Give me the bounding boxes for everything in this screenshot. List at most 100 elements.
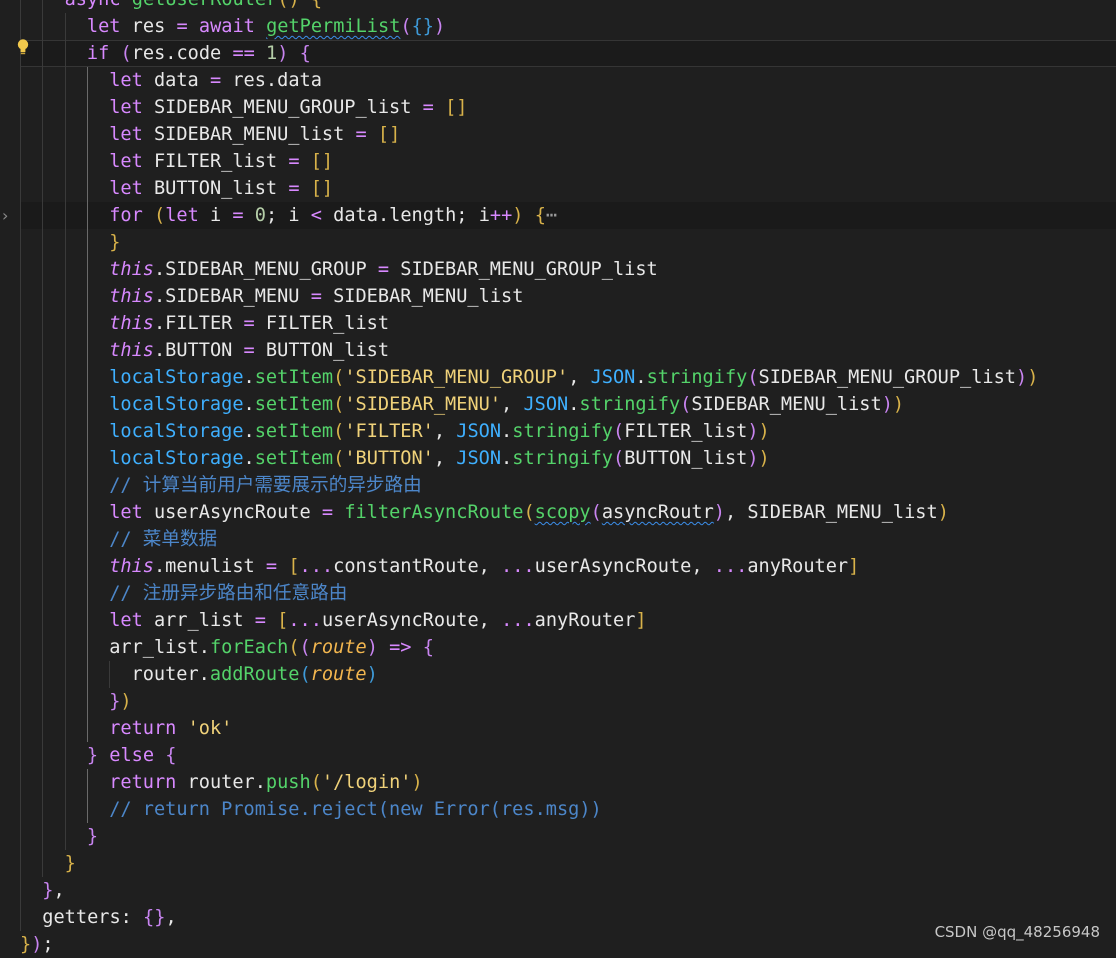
code-text: if (res.code == 1) { — [86, 43, 311, 64]
indent-guide — [20, 526, 21, 553]
code-text: let userAsyncRoute = filterAsyncRoute(sc… — [109, 502, 949, 523]
code-line[interactable]: let SIDEBAR_MENU_list = [] — [20, 121, 1116, 148]
code-line[interactable]: // 菜单数据 — [20, 526, 1116, 553]
lightbulb-icon[interactable] — [16, 38, 30, 56]
indent-guide — [42, 823, 44, 850]
indent-guide — [86, 607, 88, 634]
indent-guide — [86, 553, 88, 580]
code-line[interactable]: let res = await getPermiList({}) — [20, 13, 1116, 40]
code-line[interactable]: } — [20, 850, 1116, 877]
code-line[interactable]: this.SIDEBAR_MENU = SIDEBAR_MENU_list — [20, 283, 1116, 310]
indent-guide — [86, 526, 88, 553]
indent-guide — [42, 94, 44, 121]
indent-guide — [42, 175, 44, 202]
indent-guide — [64, 310, 66, 337]
indent-guide — [20, 67, 21, 94]
indent-guide — [42, 472, 44, 499]
indent-guide — [64, 13, 66, 40]
code-line[interactable]: }) — [20, 688, 1116, 715]
code-line[interactable]: localStorage.setItem('SIDEBAR_MENU_GROUP… — [20, 364, 1116, 391]
code-line[interactable]: let BUTTON_list = [] — [20, 175, 1116, 202]
indent-guide — [20, 418, 21, 445]
code-line[interactable]: localStorage.setItem('SIDEBAR_MENU', JSO… — [20, 391, 1116, 418]
indent-guide — [20, 283, 21, 310]
code-line[interactable]: localStorage.setItem('BUTTON', JSON.stri… — [20, 445, 1116, 472]
code-text: this.menulist = [...constantRoute, ...us… — [109, 556, 860, 577]
indent-guide — [20, 391, 21, 418]
code-text: }) — [109, 691, 132, 712]
code-line[interactable]: this.SIDEBAR_MENU_GROUP = SIDEBAR_MENU_G… — [20, 256, 1116, 283]
code-line[interactable]: if (res.code == 1) { — [20, 40, 1116, 67]
indent-guide — [20, 661, 21, 688]
code-line[interactable]: // 计算当前用户需要展示的异步路由 — [20, 472, 1116, 499]
indent-guide — [86, 283, 88, 310]
code-line[interactable]: return 'ok' — [20, 715, 1116, 742]
code-line[interactable]: } else { — [20, 742, 1116, 769]
indent-guide — [42, 715, 44, 742]
indent-guide — [86, 418, 88, 445]
code-line[interactable]: for (let i = 0; i < data.length; i++) {⋯ — [20, 202, 1116, 229]
indent-guide — [20, 499, 21, 526]
code-text: this.BUTTON = BUTTON_list — [109, 340, 390, 361]
indent-guide — [20, 337, 21, 364]
code-line[interactable]: this.FILTER = FILTER_list — [20, 310, 1116, 337]
indent-guide — [42, 742, 44, 769]
indent-guide — [20, 688, 21, 715]
code-text: }); — [20, 934, 54, 955]
code-line[interactable]: // 注册异步路由和任意路由 — [20, 580, 1116, 607]
code-text: } — [86, 826, 99, 847]
indent-guide — [20, 310, 21, 337]
code-line[interactable]: router.addRoute(route) — [20, 661, 1116, 688]
code-editor[interactable]: async getUserRouter() {let res = await g… — [0, 0, 1116, 955]
code-text: localStorage.setItem('BUTTON', JSON.stri… — [109, 448, 770, 469]
indent-guide — [20, 175, 21, 202]
code-text: } else { — [86, 745, 177, 766]
code-text: return router.push('/login') — [109, 772, 423, 793]
indent-guide — [20, 823, 21, 850]
code-line[interactable]: arr_list.forEach((route) => { — [20, 634, 1116, 661]
indent-guide — [64, 40, 66, 67]
indent-guide — [86, 688, 88, 715]
fold-chevron-icon[interactable]: › — [2, 206, 8, 225]
indent-guide — [64, 445, 66, 472]
code-line[interactable]: } — [20, 229, 1116, 256]
indent-guide — [20, 553, 21, 580]
indent-guide — [86, 391, 88, 418]
indent-guide — [86, 121, 88, 148]
code-line[interactable]: let SIDEBAR_MENU_GROUP_list = [] — [20, 94, 1116, 121]
indent-guide — [42, 310, 44, 337]
indent-guide — [42, 688, 44, 715]
indent-guide — [64, 580, 66, 607]
code-line[interactable]: this.BUTTON = BUTTON_list — [20, 337, 1116, 364]
code-line[interactable]: this.menulist = [...constantRoute, ...us… — [20, 553, 1116, 580]
indent-guide — [42, 67, 44, 94]
code-text: // return Promise.reject(new Error(res.m… — [109, 799, 602, 820]
indent-guide — [42, 553, 44, 580]
indent-guide — [42, 418, 44, 445]
indent-guide — [86, 175, 88, 202]
indent-guide — [42, 850, 44, 877]
indent-guide — [20, 580, 21, 607]
code-line[interactable]: async getUserRouter() { — [20, 0, 1116, 13]
code-line[interactable]: } — [20, 823, 1116, 850]
code-line[interactable]: let data = res.data — [20, 67, 1116, 94]
indent-guide — [86, 634, 88, 661]
indent-guide — [64, 796, 66, 823]
indent-guide — [20, 229, 21, 256]
indent-guide — [42, 796, 44, 823]
code-line[interactable]: // return Promise.reject(new Error(res.m… — [20, 796, 1116, 823]
indent-guide — [20, 769, 21, 796]
code-line[interactable]: let FILTER_list = [] — [20, 148, 1116, 175]
code-line[interactable]: localStorage.setItem('FILTER', JSON.stri… — [20, 418, 1116, 445]
code-text: getters: {}, — [42, 907, 177, 928]
indent-guide — [20, 796, 21, 823]
indent-guide — [20, 634, 21, 661]
code-line[interactable]: }, — [20, 877, 1116, 904]
code-line[interactable]: let arr_list = [...userAsyncRoute, ...an… — [20, 607, 1116, 634]
indent-guide — [86, 94, 88, 121]
indent-guide — [42, 0, 44, 13]
code-area[interactable]: async getUserRouter() {let res = await g… — [20, 0, 1116, 958]
indent-guide — [64, 256, 66, 283]
code-line[interactable]: let userAsyncRoute = filterAsyncRoute(sc… — [20, 499, 1116, 526]
code-line[interactable]: return router.push('/login') — [20, 769, 1116, 796]
